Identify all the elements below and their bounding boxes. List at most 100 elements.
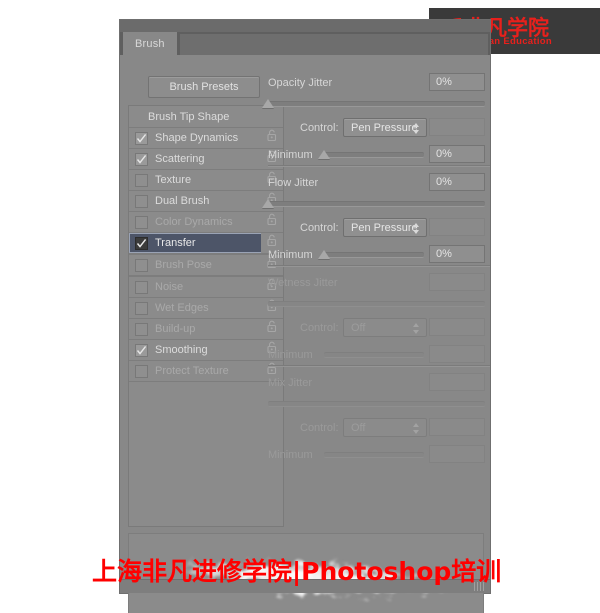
flow-jitter-control-extra-input[interactable] — [429, 218, 485, 236]
checkbox-protect-texture[interactable] — [135, 364, 148, 378]
chevron-updown-icon — [412, 222, 420, 235]
list-item-label: Scattering — [155, 153, 205, 165]
group-divider — [268, 165, 490, 167]
wetness-jitter-value-input[interactable] — [429, 273, 485, 291]
mix-jitter-label: Mix Jitter — [268, 377, 312, 389]
mix-jitter-value-input[interactable] — [429, 373, 485, 391]
opacity-jitter-value-input[interactable]: 0% — [429, 73, 485, 91]
opacity-jitter-minimum-slider[interactable] — [318, 149, 424, 161]
brush-presets-button[interactable]: Brush Presets — [148, 76, 260, 98]
checkbox-shape-dynamics[interactable] — [135, 131, 148, 145]
list-item-label: Build-up — [155, 323, 196, 335]
flow-jitter-value-input[interactable]: 0% — [429, 173, 485, 191]
flow-jitter-minimum-slider[interactable] — [318, 249, 424, 261]
wetness-jitter-control-label: Control: — [300, 322, 339, 334]
list-item-smoothing[interactable]: Smoothing — [129, 340, 262, 361]
group-divider — [268, 265, 490, 267]
list-item-label: Transfer — [155, 237, 196, 249]
mix-jitter-minimum-slider[interactable] — [324, 449, 424, 461]
mix-jitter-control-dropdown-value: Off — [351, 421, 366, 434]
brush-options-list: Brush Tip Shape Shape Dynamics Scattering… — [128, 105, 262, 527]
wetness-jitter-control-dropdown-value: Off — [351, 321, 366, 334]
mix-jitter-control-label: Control: — [300, 422, 339, 434]
flow-jitter-label: Flow Jitter — [268, 177, 319, 189]
mix-jitter-control-extra-input[interactable] — [429, 418, 485, 436]
group-wetness-jitter: Wetness Jitter Control: Off Minimum — [268, 273, 490, 373]
wetness-jitter-minimum-slider[interactable] — [324, 349, 424, 361]
tab-row-spacer — [180, 34, 488, 55]
flow-jitter-minimum-slider-track — [324, 252, 424, 258]
list-item-texture[interactable]: Texture — [129, 170, 262, 191]
mix-jitter-minimum-input[interactable] — [429, 445, 485, 463]
screenshot-root: 非凡学院 FeiFan Education Brush Brush Preset… — [0, 0, 600, 613]
panel-title-bar[interactable] — [120, 20, 490, 32]
checkbox-transfer[interactable] — [135, 236, 148, 250]
list-item-label: Wet Edges — [155, 302, 209, 314]
wetness-jitter-control-dropdown[interactable]: Off — [343, 318, 427, 337]
checkbox-smoothing[interactable] — [135, 343, 148, 357]
flow-jitter-minimum-slider-handle[interactable] — [318, 250, 330, 259]
checkbox-dual-brush[interactable] — [135, 194, 148, 208]
mix-jitter-slider[interactable] — [268, 398, 485, 410]
list-item-transfer[interactable]: Transfer — [129, 233, 262, 254]
list-item-label: Brush Pose — [155, 259, 212, 271]
flow-jitter-control-label: Control: — [300, 222, 339, 234]
group-flow-jitter: Flow Jitter 0% Control: Pen Pressure Minimum… — [262, 173, 490, 273]
opacity-jitter-control-extra-input[interactable] — [429, 118, 485, 136]
chevron-updown-icon — [412, 122, 420, 135]
transfer-settings-pane: Opacity Jitter 0% Control: Pen Pressure Mini… — [262, 55, 490, 485]
checkbox-wet-edges[interactable] — [135, 301, 148, 315]
opacity-jitter-control-dropdown[interactable]: Pen Pressure — [343, 118, 427, 137]
wetness-jitter-slider[interactable] — [268, 298, 485, 310]
list-item-noise[interactable]: Noise — [129, 276, 262, 298]
list-item-brush-tip-shape[interactable]: Brush Tip Shape — [129, 106, 262, 128]
opacity-jitter-slider[interactable] — [262, 98, 485, 110]
list-item-label: Texture — [155, 174, 192, 186]
checkbox-build-up[interactable] — [135, 322, 148, 336]
opacity-jitter-minimum-slider-handle[interactable] — [318, 150, 330, 159]
wetness-jitter-minimum-input[interactable] — [429, 345, 485, 363]
group-divider — [268, 365, 490, 367]
tab-brush[interactable]: Brush — [123, 32, 177, 55]
opacity-jitter-control-dropdown-value: Pen Pressure — [351, 121, 418, 134]
flow-jitter-slider-track — [268, 201, 485, 207]
checkbox-scattering[interactable] — [135, 152, 148, 166]
list-item-protect-texture[interactable]: Protect Texture — [129, 361, 262, 382]
flow-jitter-slider[interactable] — [262, 198, 485, 210]
panel-tab-row: Brush — [120, 32, 490, 55]
panel-content: Brush Presets Brush Tip Shape Shape Dyna… — [120, 55, 490, 613]
group-mix-jitter: Mix Jitter Control: Off Minimum — [268, 373, 490, 473]
list-item-dual-brush[interactable]: Dual Brush — [129, 191, 262, 212]
list-item-label: Smoothing — [155, 344, 208, 356]
list-item-brush-pose[interactable]: Brush Pose — [129, 254, 262, 276]
flow-jitter-slider-handle[interactable] — [262, 199, 274, 208]
mix-jitter-control-dropdown[interactable]: Off — [343, 418, 427, 437]
checkbox-noise[interactable] — [135, 280, 148, 294]
group-opacity-jitter: Opacity Jitter 0% Control: Pen Pressure Mini… — [262, 73, 490, 173]
opacity-jitter-label: Opacity Jitter — [268, 77, 333, 89]
opacity-jitter-minimum-input[interactable]: 0% — [429, 145, 485, 163]
flow-jitter-minimum-input[interactable]: 0% — [429, 245, 485, 263]
list-item-build-up[interactable]: Build-up — [129, 319, 262, 340]
wetness-jitter-minimum-slider-track — [324, 352, 424, 358]
wetness-jitter-minimum-label: Minimum — [268, 349, 313, 361]
list-item-scattering[interactable]: Scattering — [129, 149, 262, 170]
flow-jitter-control-dropdown[interactable]: Pen Pressure — [343, 218, 427, 237]
mix-jitter-slider-track — [268, 401, 485, 407]
opacity-jitter-slider-track — [268, 101, 485, 107]
wetness-jitter-control-extra-input[interactable] — [429, 318, 485, 336]
checkbox-color-dynamics[interactable] — [135, 215, 148, 229]
list-item-shape-dynamics[interactable]: Shape Dynamics — [129, 128, 262, 149]
chevron-updown-icon — [412, 322, 420, 335]
opacity-jitter-slider-handle[interactable] — [262, 99, 274, 108]
mix-jitter-minimum-label: Minimum — [268, 449, 313, 461]
checkbox-texture[interactable] — [135, 173, 148, 187]
list-item-color-dynamics[interactable]: Color Dynamics — [129, 212, 262, 233]
list-item-label: Color Dynamics — [155, 216, 233, 228]
opacity-jitter-minimum-slider-track — [324, 152, 424, 158]
brush-panel-window: Brush Brush Presets Brush Tip Shape Shap… — [120, 20, 490, 613]
wetness-jitter-label: Wetness Jitter — [268, 277, 338, 289]
list-item-wet-edges[interactable]: Wet Edges — [129, 298, 262, 319]
flow-jitter-control-dropdown-value: Pen Pressure — [351, 221, 418, 234]
checkbox-brush-pose[interactable] — [135, 258, 148, 272]
